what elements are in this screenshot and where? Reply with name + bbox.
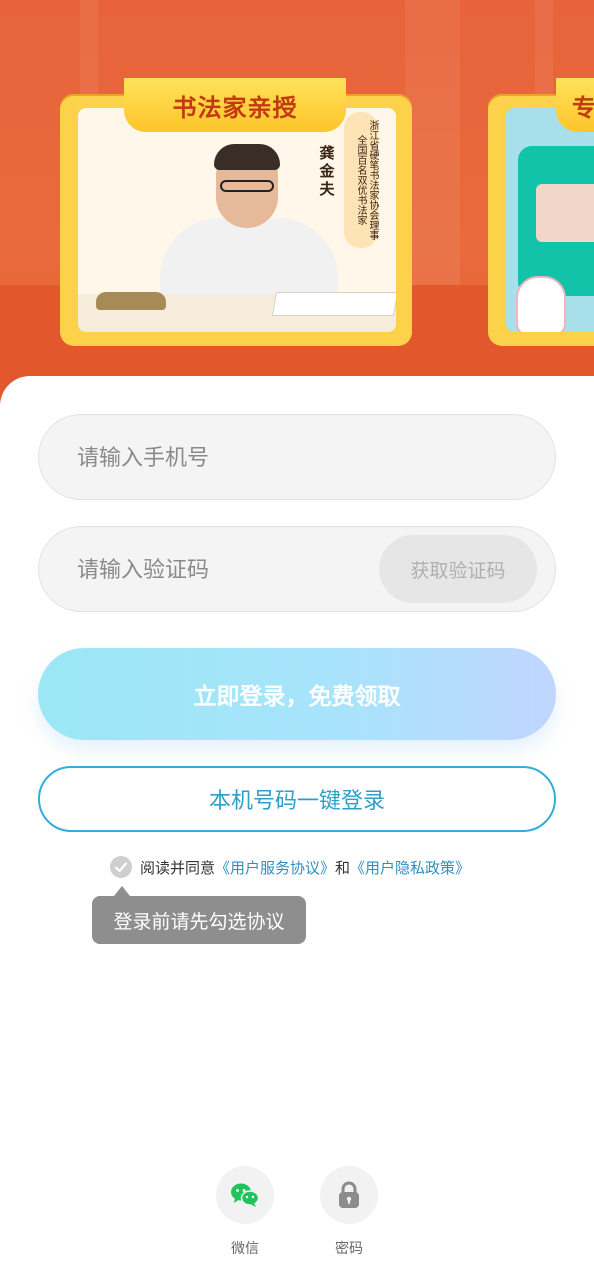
next-card-image [506,108,594,332]
mascot [516,276,566,332]
agree-prefix: 阅读并同意 [140,858,216,877]
service-agreement-link[interactable]: 《用户服务协议》 [215,857,335,878]
agree-checkbox[interactable] [110,856,132,878]
onekey-login-button[interactable]: 本机号码一键登录 [38,766,556,832]
lock-icon [339,1181,359,1208]
password-login[interactable]: 密码 [320,1166,378,1258]
login-button[interactable]: 立即登录，免费领取 [38,648,556,740]
teacher-title: 浙江省硬笔书法家协会理事 全国百名双优书法家 [344,112,378,248]
card-ribbon: 专 [556,78,594,132]
wechat-label: 微信 [231,1241,259,1257]
get-code-button[interactable]: 获取验证码 [379,535,537,603]
card-ribbon: 书法家亲授 [124,78,346,132]
wechat-login[interactable]: 微信 [216,1166,274,1258]
teacher-name: 龚金夫 [319,144,335,198]
glasses-icon [220,180,274,192]
banner-stripe [405,0,460,300]
password-login-button[interactable] [320,1166,378,1224]
book [271,292,396,316]
teacher-hair [214,144,280,170]
agreement-row: 阅读并同意 《用户服务协议》 和 《用户隐私政策》 [110,854,470,880]
desk-ornament [96,292,166,310]
teacher-image: 龚金夫 浙江省硬笔书法家协会理事 全国百名双优书法家 [78,108,396,332]
check-icon [114,862,128,873]
privacy-policy-link[interactable]: 《用户隐私政策》 [350,857,470,878]
phone-input[interactable] [75,415,379,501]
agree-and: 和 [335,858,351,877]
promo-banner: 龚金夫 浙江省硬笔书法家协会理事 全国百名双优书法家 书法家亲授 专 [0,0,594,420]
code-field[interactable]: 获取验证码 [38,526,556,613]
code-input[interactable] [75,527,379,613]
agree-tooltip: 登录前请先勾选协议 [92,886,306,944]
promo-card-next[interactable]: 专 [488,78,594,346]
promo-card-teacher[interactable]: 龚金夫 浙江省硬笔书法家协会理事 全国百名双优书法家 书法家亲授 [60,78,412,346]
class-photo [536,184,594,242]
phone-field[interactable] [38,414,556,501]
password-label: 密码 [335,1241,363,1257]
wechat-icon [231,1183,260,1207]
wechat-login-button[interactable] [216,1166,274,1224]
